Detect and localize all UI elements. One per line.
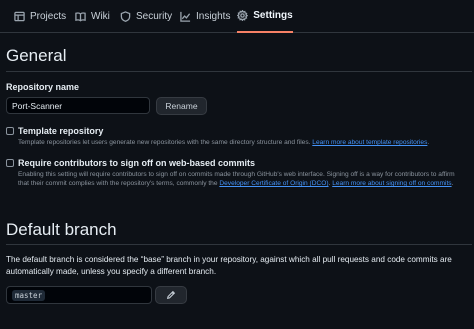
signoff-description: Enabling this setting will require contr…: [18, 171, 455, 187]
tab-insights[interactable]: Insights: [180, 0, 230, 33]
edit-default-branch-button[interactable]: [155, 286, 187, 304]
gear-icon: [237, 10, 249, 21]
signoff-checkbox[interactable]: [6, 159, 14, 167]
dco-link[interactable]: Developer Certificate of Origin (DCO): [219, 180, 328, 187]
tab-label: Projects: [30, 11, 67, 22]
shield-icon: [120, 11, 131, 22]
tab-label: Insights: [196, 11, 231, 22]
template-repository-title: Template repository: [18, 126, 104, 136]
tab-security[interactable]: Security: [120, 0, 172, 33]
divider: [6, 244, 472, 245]
signoff-title: Require contributors to sign off on web-…: [18, 158, 256, 168]
default-branch-field: master: [6, 286, 152, 304]
repository-name-label: Repository name: [6, 82, 80, 92]
template-learn-more-link[interactable]: Learn more about template repositories: [312, 139, 427, 146]
divider: [6, 71, 472, 72]
table-icon: [14, 11, 25, 22]
template-repository-checkbox[interactable]: [6, 127, 14, 135]
rename-button[interactable]: Rename: [156, 97, 207, 115]
book-icon: [75, 12, 86, 22]
template-repository-description: Template repositories let users generate…: [18, 139, 430, 146]
pencil-icon: [166, 290, 176, 300]
tab-settings[interactable]: Settings: [237, 0, 293, 33]
graph-icon: [180, 11, 191, 22]
branch-name: master: [12, 289, 46, 301]
tab-wiki[interactable]: Wiki: [75, 0, 110, 33]
repo-nav-tabs: Projects Wiki Security Insights Settings: [0, 0, 474, 33]
general-heading: General: [6, 46, 67, 65]
default-branch-description: The default branch is considered the “ba…: [6, 255, 452, 276]
tab-label: Wiki: [91, 11, 110, 22]
signoff-learn-more-link[interactable]: Learn more about signing off on commits: [332, 180, 451, 187]
tab-label: Security: [136, 11, 173, 22]
tab-label: Settings: [253, 10, 293, 21]
tab-projects[interactable]: Projects: [14, 0, 66, 33]
repository-name-input[interactable]: [6, 97, 150, 114]
default-branch-heading: Default branch: [6, 220, 117, 239]
